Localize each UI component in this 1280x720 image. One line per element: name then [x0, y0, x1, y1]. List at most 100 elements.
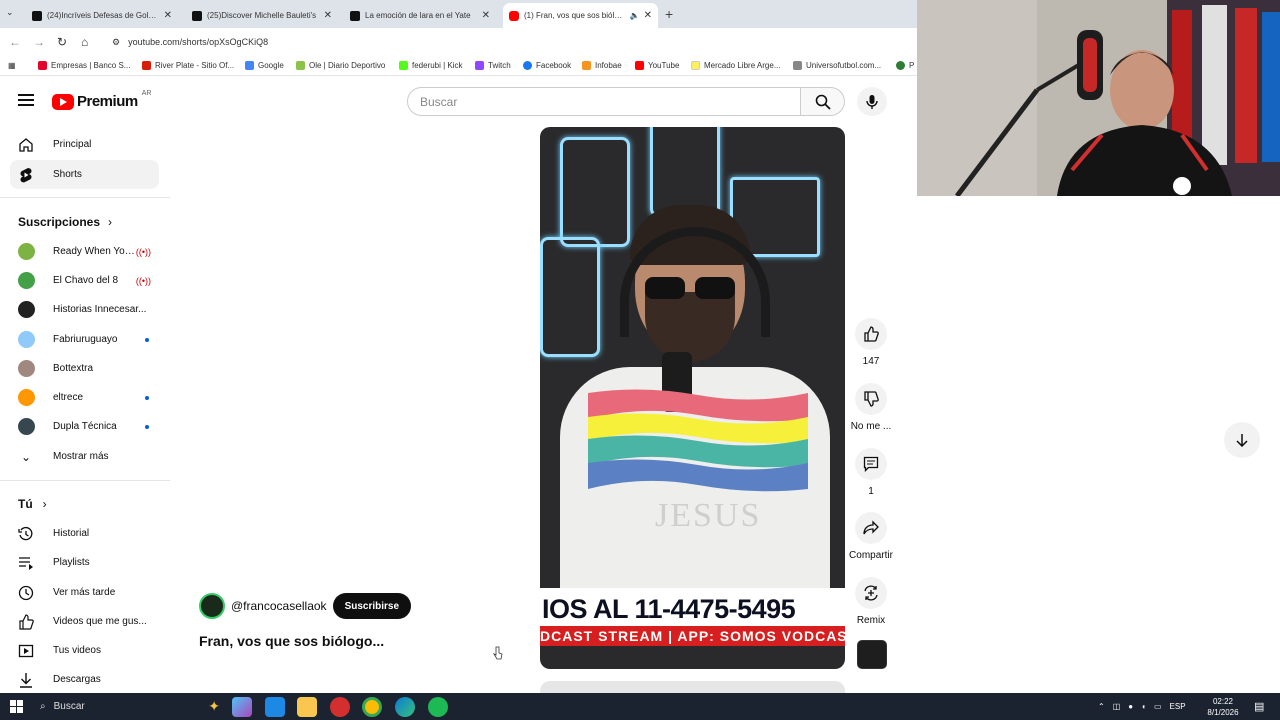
home-icon[interactable]: ⌂: [81, 35, 88, 49]
comments-button[interactable]: 1: [851, 448, 891, 497]
sidebar-sub-item[interactable]: El Chavo del 8 ((•)): [10, 266, 159, 295]
windows-start-icon[interactable]: [10, 700, 23, 713]
twitch-icon: [475, 61, 484, 70]
volume-icon[interactable]: ◖: [1141, 702, 1146, 711]
chevron-up-icon[interactable]: ⌃: [1098, 702, 1105, 711]
site-info-icon[interactable]: ⚙: [112, 37, 120, 48]
outlook-icon[interactable]: [265, 697, 285, 717]
tab-strip: ⌄ (24)Incríveis Defesas de Goleiros ✕ (2…: [0, 0, 917, 28]
youtube-premium-logo[interactable]: Premium AR: [52, 90, 151, 110]
sound-thumbnail[interactable]: [857, 640, 887, 669]
sidebar-sub-item[interactable]: eltrece: [10, 383, 159, 412]
show-more-button[interactable]: ⌄ Mostrar más: [10, 442, 159, 471]
sidebar-sub-item[interactable]: Ready When You'... ((•)): [10, 237, 159, 266]
you-heading[interactable]: Tú ›: [18, 497, 47, 511]
thumbs-up-icon: [855, 318, 887, 350]
like-button[interactable]: 147: [851, 318, 891, 367]
language-indicator[interactable]: ESP: [1170, 702, 1186, 711]
bookmark-item[interactable]: Ole | Diario Deportivo: [296, 61, 385, 70]
channel-name[interactable]: @francocasellaok: [231, 599, 327, 613]
remix-button[interactable]: Remix: [851, 577, 891, 626]
bookmark-item[interactable]: Universofutbol.com...: [793, 61, 881, 70]
bookmark-item[interactable]: Infobae: [582, 61, 622, 70]
neon-sign-decoration: [540, 237, 600, 357]
history-icon: [18, 526, 34, 542]
spotify-icon[interactable]: [428, 697, 448, 717]
reload-icon[interactable]: ↻: [57, 35, 67, 49]
back-icon[interactable]: ←: [9, 35, 21, 49]
taskbar: ⌕ Buscar ✦ ⌃ ◫ ● ◖ ▭ ESP 02:22 8/1/2026 …: [0, 693, 1280, 720]
tab-3[interactable]: La emoción de lara en el Yate ✕: [344, 3, 496, 28]
bookmark-item[interactable]: federubi | Kick: [399, 61, 463, 70]
bookmark-item[interactable]: P: [896, 61, 914, 70]
next-video-button[interactable]: [1224, 422, 1260, 458]
bank-icon: [38, 61, 47, 70]
sidebar-item-ver-mas-tarde[interactable]: Ver más tarde: [10, 578, 159, 607]
edge-icon[interactable]: [395, 697, 415, 717]
microphone-icon[interactable]: ●: [1128, 702, 1133, 711]
youtube-icon: [509, 10, 519, 21]
next-short-preview[interactable]: [540, 681, 845, 693]
tab-1[interactable]: (24)Incríveis Defesas de Goleiros ✕: [26, 3, 178, 28]
search-button[interactable]: [801, 87, 845, 116]
sidebar-sub-item[interactable]: Dupla Técnica: [10, 412, 159, 441]
subscribe-button[interactable]: Suscribirse: [332, 593, 412, 619]
home-icon: [18, 137, 34, 153]
sidebar-sub-item[interactable]: Bottextra: [10, 354, 159, 383]
sidebar-item-videos-gustan[interactable]: Videos que me gus...: [10, 607, 159, 636]
address-bar[interactable]: ⚙ youtube.com/shorts/opXsOgCKiQ8: [104, 32, 909, 52]
network-icon[interactable]: ◫: [1113, 702, 1121, 711]
avatar: [18, 272, 35, 289]
sidebar-item-descargas[interactable]: Descargas: [10, 665, 159, 693]
sidebar-item-shorts[interactable]: Shorts: [10, 160, 159, 189]
bookmark-item[interactable]: River Plate - Sitio Of...: [142, 61, 234, 70]
clock-icon: [18, 585, 34, 601]
channel-avatar[interactable]: [199, 593, 225, 619]
taskbar-search[interactable]: ⌕ Buscar ✦: [34, 693, 220, 720]
sidebar-sub-item[interactable]: Fabriuruguayo: [10, 325, 159, 354]
short-video-player[interactable]: JESUS IOS AL 11-4475-5495 DCAST STREAM |…: [540, 127, 845, 669]
thumbs-down-icon: [855, 383, 887, 415]
share-button[interactable]: Compartir: [846, 512, 896, 561]
bookmark-item[interactable]: YouTube: [635, 61, 679, 70]
forward-icon[interactable]: →: [33, 35, 45, 49]
tab-active[interactable]: (1) Fran, vos que sos biólogo 🔈 ✕: [503, 3, 658, 28]
sidebar-sub-item[interactable]: Historias Innecesar...: [10, 295, 159, 324]
close-icon[interactable]: ✕: [644, 10, 652, 21]
dislike-button[interactable]: No me ...: [848, 383, 894, 432]
sidebar-item-principal[interactable]: Principal: [10, 130, 159, 159]
battery-icon[interactable]: ▭: [1154, 702, 1162, 711]
file-explorer-icon[interactable]: [297, 697, 317, 717]
clock[interactable]: 02:22 8/1/2026: [1200, 696, 1246, 718]
browser-window: ⌄ (24)Incríveis Defesas de Goleiros ✕ (2…: [0, 0, 917, 693]
short-title[interactable]: Fran, vos que sos biólogo...: [199, 633, 384, 649]
bookmark-item[interactable]: Mercado Libre Arge...: [691, 61, 780, 70]
notification-icon[interactable]: ▤: [1254, 700, 1264, 713]
close-icon[interactable]: ✕: [164, 10, 172, 21]
bookmark-item[interactable]: Empresas | Banco S...: [38, 61, 130, 70]
avatar: [18, 243, 35, 260]
copilot-icon[interactable]: [232, 697, 252, 717]
search-input[interactable]: Buscar: [407, 87, 801, 116]
tab-search-icon[interactable]: ⌄: [6, 7, 14, 18]
sidebar-item-playlists[interactable]: Playlists: [10, 548, 159, 577]
bookmark-item[interactable]: Google: [245, 61, 284, 70]
hamburger-menu-icon[interactable]: [18, 94, 34, 107]
sidebar-item-tus-videos[interactable]: Tus videos: [10, 636, 159, 665]
speaker-icon[interactable]: 🔈: [630, 11, 640, 20]
bookmark-item[interactable]: Facebook: [523, 61, 571, 70]
new-tab-button[interactable]: +: [665, 6, 673, 22]
chrome-icon[interactable]: [362, 697, 382, 717]
voice-search-button[interactable]: [857, 87, 887, 116]
avatar: [18, 360, 35, 377]
apps-icon[interactable]: ▦: [8, 61, 16, 70]
avatar: [18, 331, 35, 348]
tiktok-icon: [32, 10, 42, 21]
close-icon[interactable]: ✕: [482, 10, 490, 21]
subscriptions-heading[interactable]: Suscripciones ›: [18, 215, 112, 229]
close-icon[interactable]: ✕: [324, 10, 332, 21]
app-icon[interactable]: [330, 697, 350, 717]
bookmark-item[interactable]: Twitch: [475, 61, 511, 70]
sidebar-item-historial[interactable]: Historial: [10, 519, 159, 548]
tab-2[interactable]: (25)Discover Michelle Bauleti's ✕: [186, 3, 338, 28]
